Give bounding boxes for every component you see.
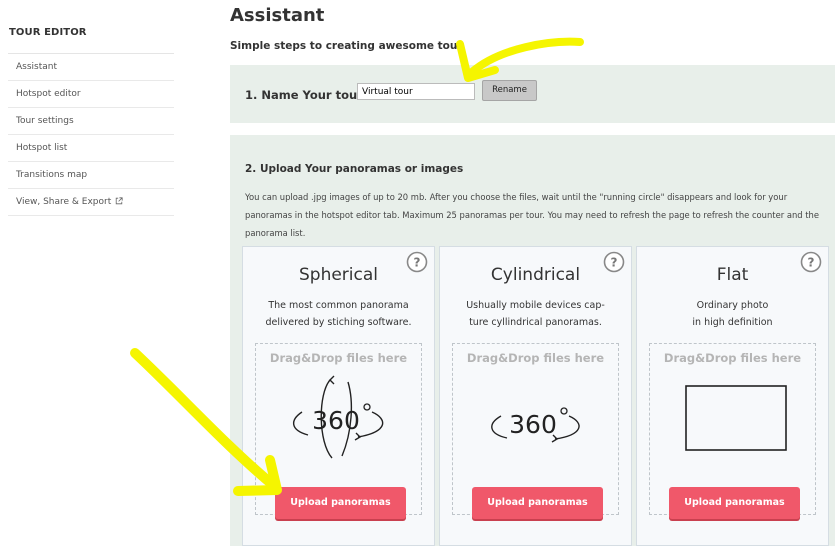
cylindrical-360-icon: 360 [491, 407, 580, 443]
sidebar-item-label: Tour settings [16, 116, 74, 126]
sidebar-item-label: View, Share & Export [16, 197, 112, 207]
flat-rectangle-icon [685, 385, 787, 451]
dropzone-label: Drag&Drop files here [466, 351, 605, 365]
sidebar-title: TOUR EDITOR [9, 27, 87, 38]
sidebar-item-assistant[interactable]: Assistant [8, 54, 174, 81]
sidebar-item-label: Hotspot editor [16, 89, 81, 99]
card-description: Ordinary photo in high definition [692, 300, 773, 328]
sidebar-item-hotspot-list[interactable]: Hotspot list [8, 135, 174, 162]
sidebar-nav: Assistant Hotspot editor Tour settings H… [8, 53, 174, 216]
name-tour-label: 1. Name Your tour: [245, 88, 368, 102]
cylindrical-card: ? Cylindrical Ushually mobile devices ca… [439, 246, 632, 546]
spherical-360-icon: 360 [293, 375, 384, 459]
tour-name-input[interactable] [357, 83, 475, 100]
sidebar-item-label: Transitions map [16, 170, 88, 180]
rename-button[interactable]: Rename [482, 80, 537, 101]
sidebar-item-tour-settings[interactable]: Tour settings [8, 108, 174, 135]
icon-360-text: 360 [509, 410, 557, 439]
sidebar-item-label: Hotspot list [16, 143, 68, 153]
sidebar-item-transitions-map[interactable]: Transitions map [8, 162, 174, 189]
page-title: Assistant [230, 5, 325, 26]
name-tour-panel: 1. Name Your tour: Rename [230, 65, 835, 123]
upload-panel: 2. Upload Your panoramas or images You c… [230, 135, 835, 546]
spherical-card: ? Spherical The most common panorama del… [242, 246, 435, 546]
upload-panoramas-button[interactable]: Upload panoramas [669, 487, 800, 519]
upload-panoramas-button[interactable]: Upload panoramas [472, 487, 603, 519]
dropzone-label: Drag&Drop files here [663, 351, 802, 365]
sidebar-item-label: Assistant [16, 62, 58, 72]
upload-description: You can upload .jpg images of up to 20 m… [245, 192, 819, 238]
card-title: Cylindrical [490, 265, 581, 285]
sidebar-item-view-share-export[interactable]: View, Share & Export [8, 189, 174, 216]
page-subtitle: Simple steps to creating awesome tour [230, 40, 463, 52]
card-title: Flat [716, 265, 749, 285]
sidebar-item-hotspot-editor[interactable]: Hotspot editor [8, 81, 174, 108]
card-description: Ushually mobile devices cap- ture cyllin… [466, 300, 605, 328]
upload-panoramas-button[interactable]: Upload panoramas [275, 487, 406, 519]
card-description: The most common panorama delivered by st… [265, 300, 412, 328]
card-title: Spherical [298, 265, 378, 285]
flat-card: ? Flat Ordinary photo in high definition… [636, 246, 829, 546]
upload-heading: 2. Upload Your panoramas or images [245, 163, 464, 175]
dropzone-label: Drag&Drop files here [269, 351, 408, 365]
external-link-icon [116, 197, 123, 205]
icon-360-text: 360 [312, 406, 360, 435]
